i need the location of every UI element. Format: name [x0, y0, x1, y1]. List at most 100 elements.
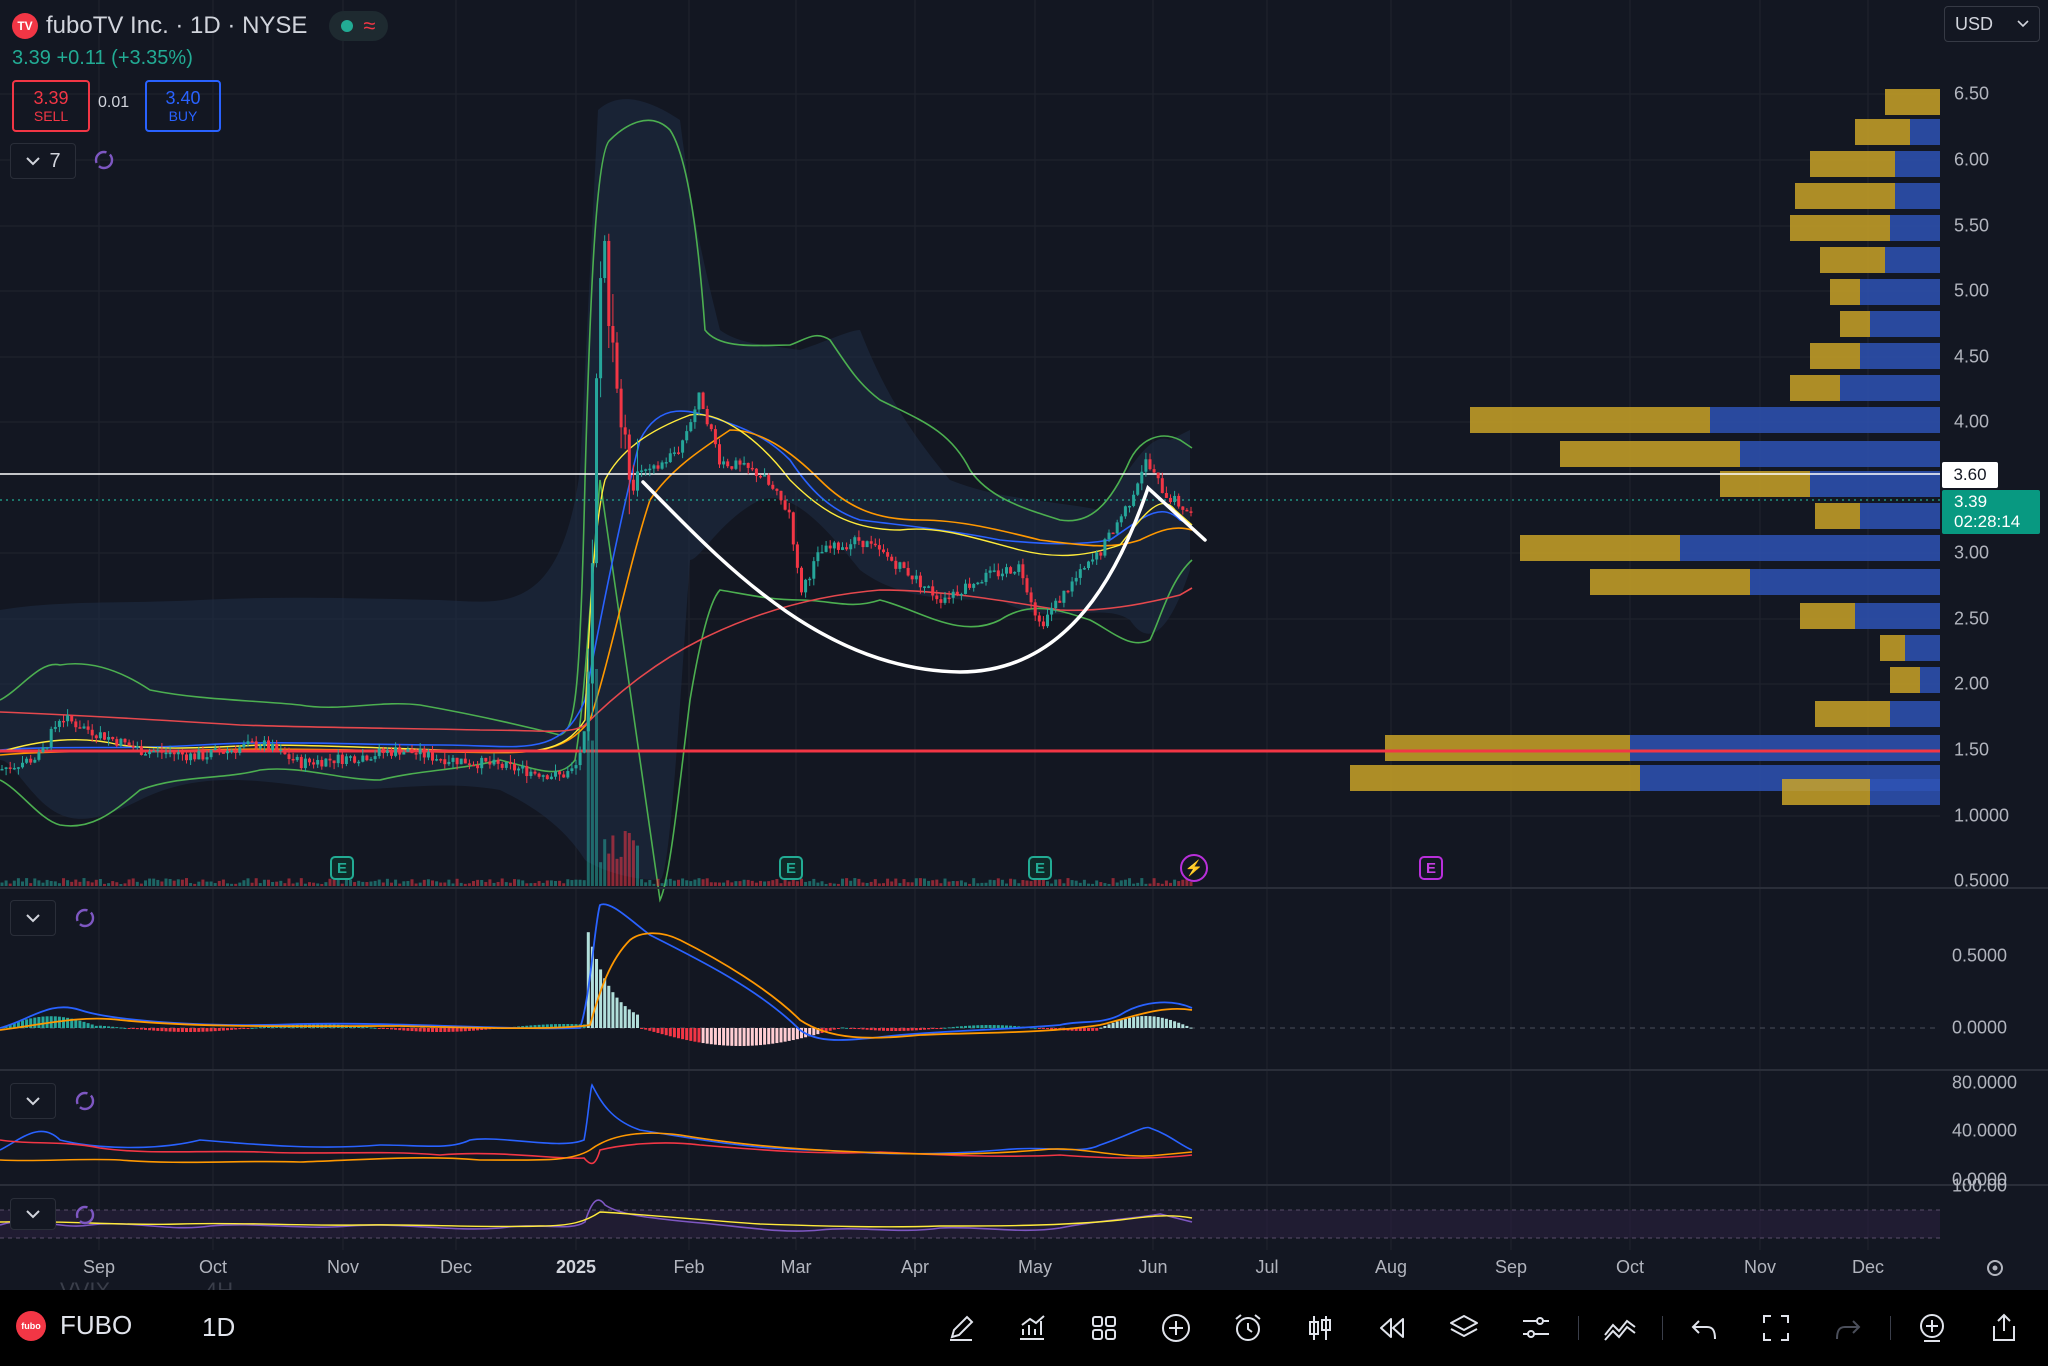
volume-bar — [1066, 878, 1070, 886]
macd-histogram-bar — [250, 1027, 254, 1029]
volume-bar — [709, 882, 713, 886]
volume-bar — [103, 883, 106, 886]
candle-body — [636, 471, 639, 491]
macd-pane-collapse-button[interactable] — [10, 900, 56, 936]
layers-icon[interactable] — [1442, 1306, 1486, 1350]
sync-icon[interactable] — [74, 907, 96, 929]
indicators-collapse-button[interactable]: 7 — [10, 143, 76, 179]
settings-gear-icon[interactable] — [1983, 1256, 2007, 1280]
macd-histogram-bar — [841, 1027, 844, 1029]
plus-circle-icon[interactable] — [1154, 1306, 1198, 1350]
macd-histogram-bar — [656, 1028, 660, 1034]
volume-bar — [385, 878, 389, 886]
volume-profile-down — [1720, 471, 1810, 497]
chart-add-icon[interactable] — [1010, 1306, 1054, 1350]
volume-profile-up — [1895, 183, 1940, 209]
earnings-event-icon[interactable]: E — [330, 856, 354, 880]
candle-body — [369, 759, 373, 761]
rewind-icon[interactable] — [1370, 1306, 1414, 1350]
candle-body — [373, 756, 377, 760]
rsi-pane-collapse-button[interactable] — [10, 1198, 56, 1230]
currency-select[interactable]: USD — [1944, 6, 2040, 42]
trend-icon[interactable] — [1598, 1306, 1642, 1350]
volume-bar — [595, 669, 598, 886]
buy-button[interactable]: 3.40 BUY — [145, 80, 221, 132]
macd-histogram-bar — [964, 1025, 967, 1028]
earnings-event-icon[interactable]: E — [1028, 856, 1052, 880]
chart-canvas[interactable] — [0, 0, 2048, 1290]
volume-bar — [295, 882, 299, 886]
volume-bar — [1050, 883, 1054, 886]
candle-body — [570, 768, 574, 772]
macd-histogram-bar — [861, 1028, 865, 1030]
share-icon[interactable] — [1982, 1306, 2026, 1350]
dmi-pane-collapse-button[interactable] — [10, 1083, 56, 1119]
pencil-icon[interactable] — [939, 1306, 983, 1350]
macd-histogram-bar — [390, 1028, 393, 1030]
earnings-event-icon[interactable]: E — [779, 856, 803, 880]
volume-bar — [320, 883, 324, 886]
volume-bar — [955, 881, 959, 886]
price-axis-tick: 1.0000 — [1954, 805, 2010, 826]
symbol-title[interactable]: fuboTV Inc. · 1D · NYSE — [46, 12, 307, 40]
market-status-pill[interactable]: ≈ — [329, 11, 388, 41]
redo-icon[interactable] — [1826, 1306, 1870, 1350]
volume-profile-up — [1750, 569, 1940, 595]
alarm-icon[interactable] — [1226, 1306, 1270, 1350]
candle-body — [787, 509, 791, 513]
volume-bar — [119, 883, 123, 886]
symbol-button[interactable]: fubo FUBO — [16, 1310, 132, 1341]
grid-icon[interactable] — [1082, 1306, 1126, 1350]
volume-bar — [135, 881, 139, 886]
time-axis-label: Dec — [1851, 1257, 1885, 1277]
macd-histogram-bar — [1128, 1017, 1131, 1028]
volume-bar — [230, 883, 234, 886]
candle-body — [525, 765, 529, 777]
macd-histogram-bar — [176, 1028, 180, 1032]
volume-profile-down — [1810, 151, 1895, 177]
volume-bar — [189, 882, 193, 886]
add-chart-icon[interactable] — [1910, 1306, 1954, 1350]
fullscreen-icon[interactable] — [1754, 1306, 1798, 1350]
volume-bar — [410, 879, 414, 886]
volume-bar — [8, 883, 12, 886]
candle-body — [242, 744, 246, 748]
sync-icon[interactable] — [93, 149, 115, 171]
candle-body — [21, 762, 24, 768]
candle-body — [33, 759, 37, 763]
macd-histogram-bar — [74, 1019, 78, 1028]
candle-body — [611, 326, 615, 343]
candle-body — [640, 470, 644, 472]
candle-body — [41, 747, 45, 753]
interval-button[interactable]: 1D — [202, 1312, 235, 1343]
volume-bar — [578, 879, 582, 886]
macd-histogram-bar — [857, 1028, 861, 1030]
volume-bar — [480, 880, 484, 886]
volume-bar — [291, 883, 295, 886]
volume-bar — [381, 882, 385, 886]
volume-profile-down — [1830, 279, 1860, 305]
volume-bar — [996, 878, 1000, 886]
symbol-header[interactable]: TV fuboTV Inc. · 1D · NYSE ≈ — [12, 10, 388, 42]
candle-body — [37, 752, 41, 760]
sync-icon[interactable] — [74, 1090, 96, 1112]
candle-body — [299, 756, 303, 769]
volume-bar — [0, 882, 4, 886]
sell-button[interactable]: 3.39 SELL — [12, 80, 90, 132]
macd-histogram-bar — [894, 1028, 898, 1031]
sliders-icon[interactable] — [1514, 1306, 1558, 1350]
upcoming-earnings-icon[interactable]: E — [1419, 856, 1443, 880]
candle-body — [627, 434, 631, 480]
volume-bar — [508, 882, 512, 886]
undo-icon[interactable] — [1682, 1306, 1726, 1350]
volume-bar — [824, 883, 828, 886]
price-axis-tick: 0.5000 — [1954, 870, 2010, 891]
bars-icon[interactable] — [1298, 1306, 1342, 1350]
candle-body — [566, 771, 570, 778]
flash-event-icon[interactable]: ⚡ — [1180, 854, 1208, 882]
spread-value: 0.01 — [98, 94, 130, 111]
candle-body — [701, 392, 705, 410]
candle-body — [951, 591, 955, 598]
sync-icon[interactable] — [74, 1204, 96, 1226]
volume-bar — [193, 883, 197, 886]
